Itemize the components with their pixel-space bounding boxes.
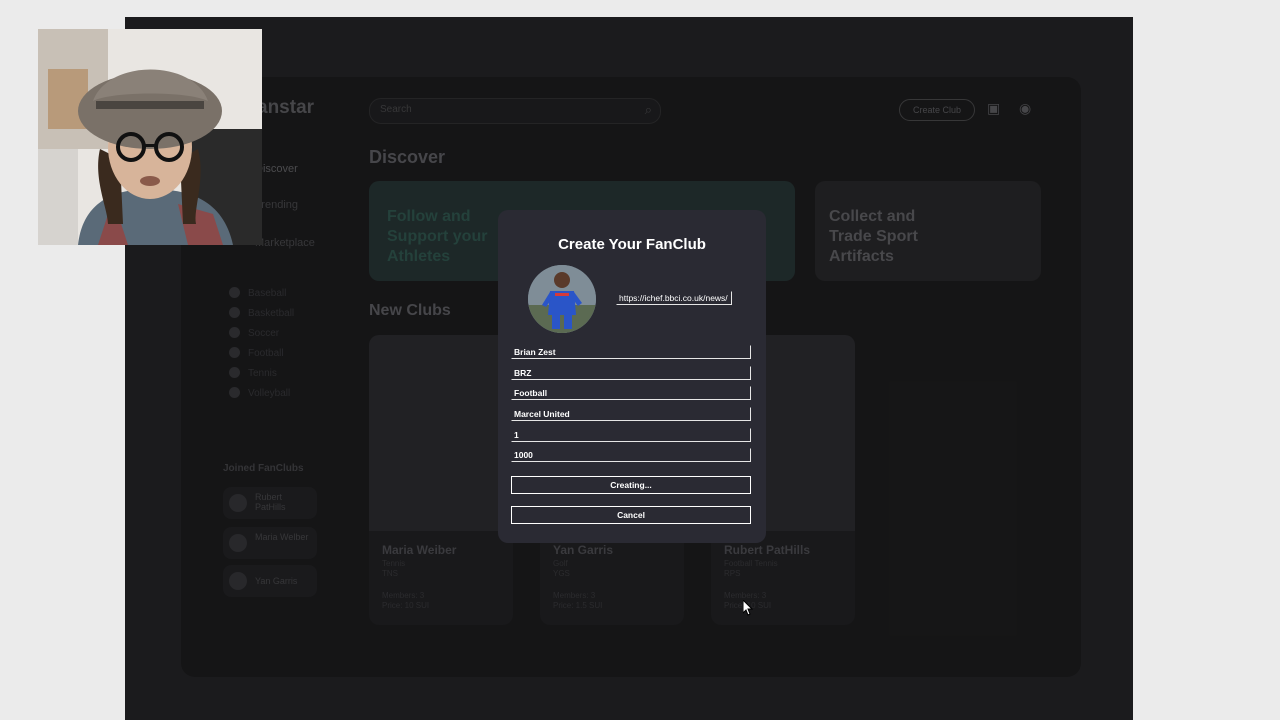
- screen-recording-area: anstar Search ⌕ Create Club ▣ ◉ Discover…: [125, 17, 1133, 720]
- create-button[interactable]: Creating...: [511, 476, 751, 494]
- webcam-overlay: [38, 29, 262, 245]
- club-symbol-field[interactable]: [511, 366, 751, 380]
- price-field[interactable]: [511, 428, 751, 442]
- mouse-pointer-icon: [742, 598, 754, 621]
- create-fanclub-dialog: Create Your FanClub Creating... Cancel: [498, 210, 766, 543]
- team-field[interactable]: [511, 407, 751, 421]
- max-supply-field[interactable]: [511, 448, 751, 462]
- cancel-button[interactable]: Cancel: [511, 506, 751, 524]
- dialog-title: Create Your FanClub: [558, 236, 706, 253]
- sport-field[interactable]: [511, 386, 751, 400]
- image-url-input[interactable]: [616, 291, 732, 305]
- club-name-field[interactable]: [511, 345, 751, 359]
- club-image-preview: [528, 265, 596, 333]
